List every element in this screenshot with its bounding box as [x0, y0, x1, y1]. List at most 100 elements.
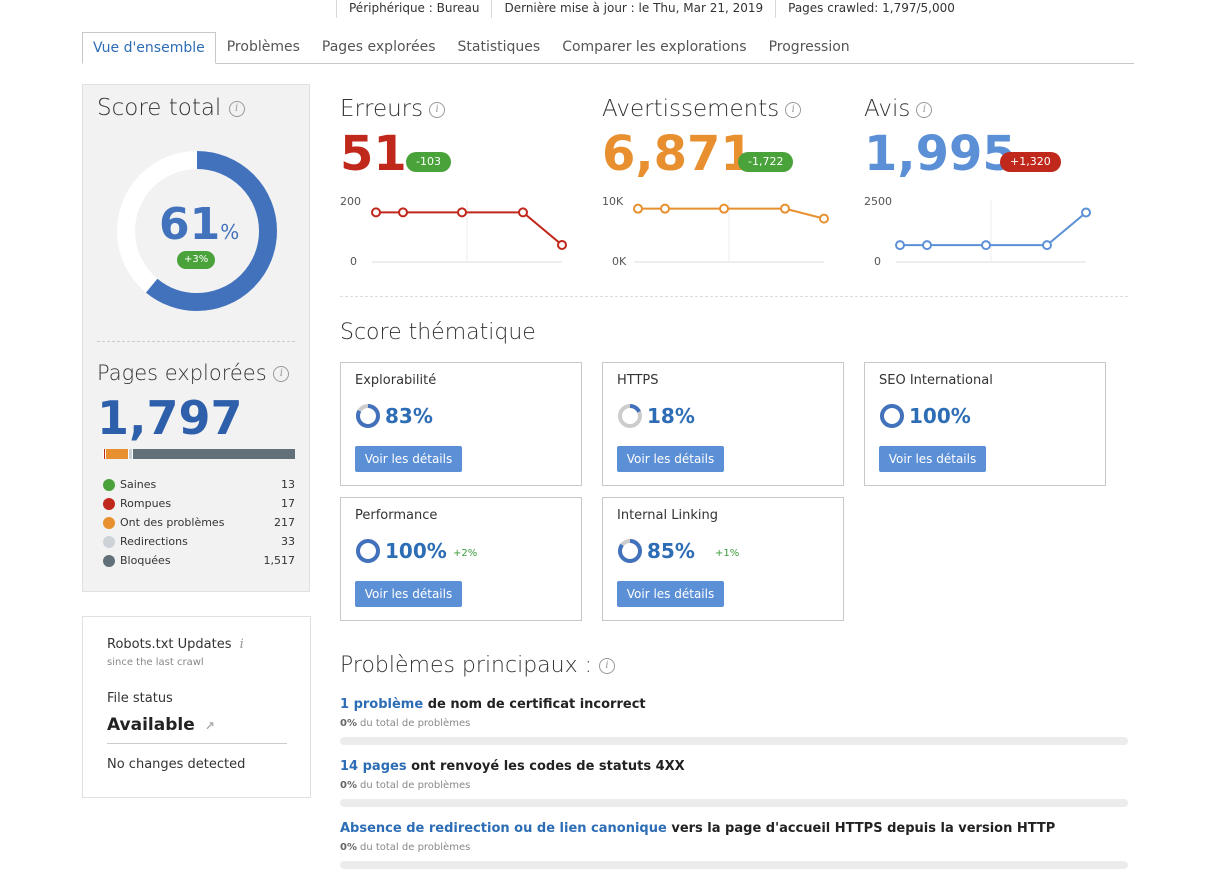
legend-label: Ont des problèmes: [120, 516, 225, 529]
thematic-score-title: Score thématique: [340, 320, 536, 345]
thematic-ring-icon: [618, 404, 642, 428]
pages-bar-segment: [106, 449, 130, 459]
thematic-ring-icon: [356, 539, 380, 563]
issue-text: vers la page d'accueil HTTPS depuis la v…: [666, 821, 1056, 836]
issue-text: de nom de certificat incorrect: [423, 697, 646, 712]
sparkline-point: [895, 240, 905, 251]
issue-share-label: du total de problèmes: [359, 842, 471, 853]
top-issues-title: Problèmes principaux :: [340, 653, 593, 678]
issue-share-percent: 0%: [340, 780, 357, 791]
issue-share-percent: 0%: [340, 842, 357, 853]
thematic-card-title: Performance: [355, 508, 438, 523]
thematic-card-title: SEO International: [879, 373, 993, 388]
issue-progress-bar: [340, 861, 1128, 869]
issue-share-percent: 0%: [340, 718, 357, 729]
sparkline-point: [922, 240, 932, 251]
issue-item: 14 pages ont renvoyé les codes de statut…: [340, 759, 1128, 807]
legend-value: 1,517: [263, 554, 296, 567]
sparkline-point: [518, 207, 528, 218]
legend-value: 13: [281, 478, 295, 491]
issue-item: 1 problème de nom de certificat incorrec…: [340, 697, 1128, 745]
info-icon[interactable]: i: [599, 658, 616, 674]
view-details-button[interactable]: Voir les détails: [879, 446, 986, 472]
thematic-card-percent: 83%: [385, 404, 433, 428]
thematic-ring-icon: [880, 404, 904, 428]
crawled-pages-value: 1,797: [97, 391, 243, 445]
view-details-button[interactable]: Voir les détails: [355, 581, 462, 607]
y-axis-max: 10K: [602, 195, 624, 208]
robots-title: Robots.txt Updates: [107, 637, 232, 652]
thematic-card-title: Internal Linking: [617, 508, 718, 523]
info-icon[interactable]: i: [273, 366, 290, 382]
divider: [340, 296, 1128, 297]
view-details-button[interactable]: Voir les détails: [355, 446, 462, 472]
metric-title: Avertissements: [602, 96, 780, 122]
thematic-card-delta: +1%: [715, 548, 740, 559]
thematic-card: HTTPS 18% Voir les détails: [602, 362, 844, 486]
legend-dot: [103, 517, 115, 529]
metric-sparkline: 10K 0K: [602, 195, 829, 268]
metric-title: Erreurs: [340, 96, 424, 122]
y-axis-max: 2500: [864, 195, 892, 208]
metric-value: 6,871: [602, 126, 754, 182]
tab-overview[interactable]: Vue d'ensemble: [82, 32, 216, 64]
thematic-ring-icon: [618, 539, 642, 563]
sparkline-point: [819, 213, 829, 224]
total-score-unit: %: [220, 220, 240, 244]
metric-delta-badge: -1,722: [738, 152, 794, 172]
pages-crawled-label: Pages crawled: 1,797/5,000: [775, 0, 967, 18]
sparkline-point: [981, 240, 991, 251]
tab-crawled-pages[interactable]: Pages explorées: [311, 32, 447, 64]
thematic-card-percent: 100%: [385, 539, 447, 563]
legend-value: 217: [274, 516, 295, 529]
issue-text: ont renvoyé les codes de statuts 4XX: [406, 759, 685, 774]
info-icon[interactable]: i: [429, 101, 446, 118]
legend-dot: [103, 555, 115, 567]
robots-subtitle: since the last crawl: [107, 657, 204, 668]
legend-item: Ont des problèmes 217: [103, 515, 295, 533]
thematic-card-title: Explorabilité: [355, 373, 437, 388]
info-icon[interactable]: i: [228, 100, 245, 117]
sparkline-point: [398, 207, 408, 218]
pages-bar-segment: [132, 449, 295, 459]
issue-link[interactable]: Absence de redirection ou de lien canoni…: [340, 821, 667, 836]
y-axis-max: 200: [340, 195, 361, 208]
issue-link[interactable]: 1 problème: [340, 697, 423, 712]
thematic-card-percent: 100%: [909, 404, 971, 428]
metric-delta-badge: +1,320: [1000, 152, 1061, 172]
issue-link[interactable]: 14 pages: [340, 759, 407, 774]
tab-issues[interactable]: Problèmes: [216, 32, 311, 64]
view-details-button[interactable]: Voir les détails: [617, 581, 724, 607]
issue-share-label: du total de problèmes: [359, 718, 471, 729]
legend-item: Rompues 17: [103, 496, 295, 514]
ring-arc: [356, 539, 380, 563]
tab-statistics[interactable]: Statistiques: [447, 32, 552, 64]
sparkline-point: [457, 207, 467, 218]
robots-panel: Robots.txt Updates i since the last craw…: [82, 616, 311, 798]
tab-compare-crawls[interactable]: Comparer les explorations: [551, 32, 757, 64]
thematic-card-title: HTTPS: [617, 373, 659, 388]
score-panel: Score total i 61% +3% Pages explorées i …: [82, 84, 310, 592]
legend-dot: [103, 536, 115, 548]
info-icon[interactable]: i: [785, 101, 802, 118]
y-axis-min: 0: [874, 255, 881, 268]
tab-progress[interactable]: Progression: [758, 32, 861, 64]
total-score-title: Score total: [97, 95, 222, 121]
legend-label: Bloquées: [120, 554, 171, 567]
sparkline-point: [780, 203, 790, 214]
view-details-button[interactable]: Voir les détails: [617, 446, 724, 472]
external-link-icon[interactable]: ↗: [205, 719, 215, 733]
legend-dot: [103, 479, 115, 491]
total-score-value: 61: [159, 199, 221, 250]
sparkline-point: [660, 203, 670, 214]
info-icon[interactable]: i: [916, 101, 933, 118]
sparkline-point: [633, 203, 643, 214]
info-icon[interactable]: i: [240, 637, 244, 652]
ring-arc: [880, 404, 904, 428]
legend-value: 33: [281, 535, 295, 548]
y-axis-min: 0K: [612, 255, 627, 268]
metric-title: Avis: [864, 96, 911, 122]
legend-label: Rompues: [120, 497, 172, 510]
issue-item: Absence de redirection ou de lien canoni…: [340, 821, 1128, 869]
issue-progress-bar: [340, 737, 1128, 745]
